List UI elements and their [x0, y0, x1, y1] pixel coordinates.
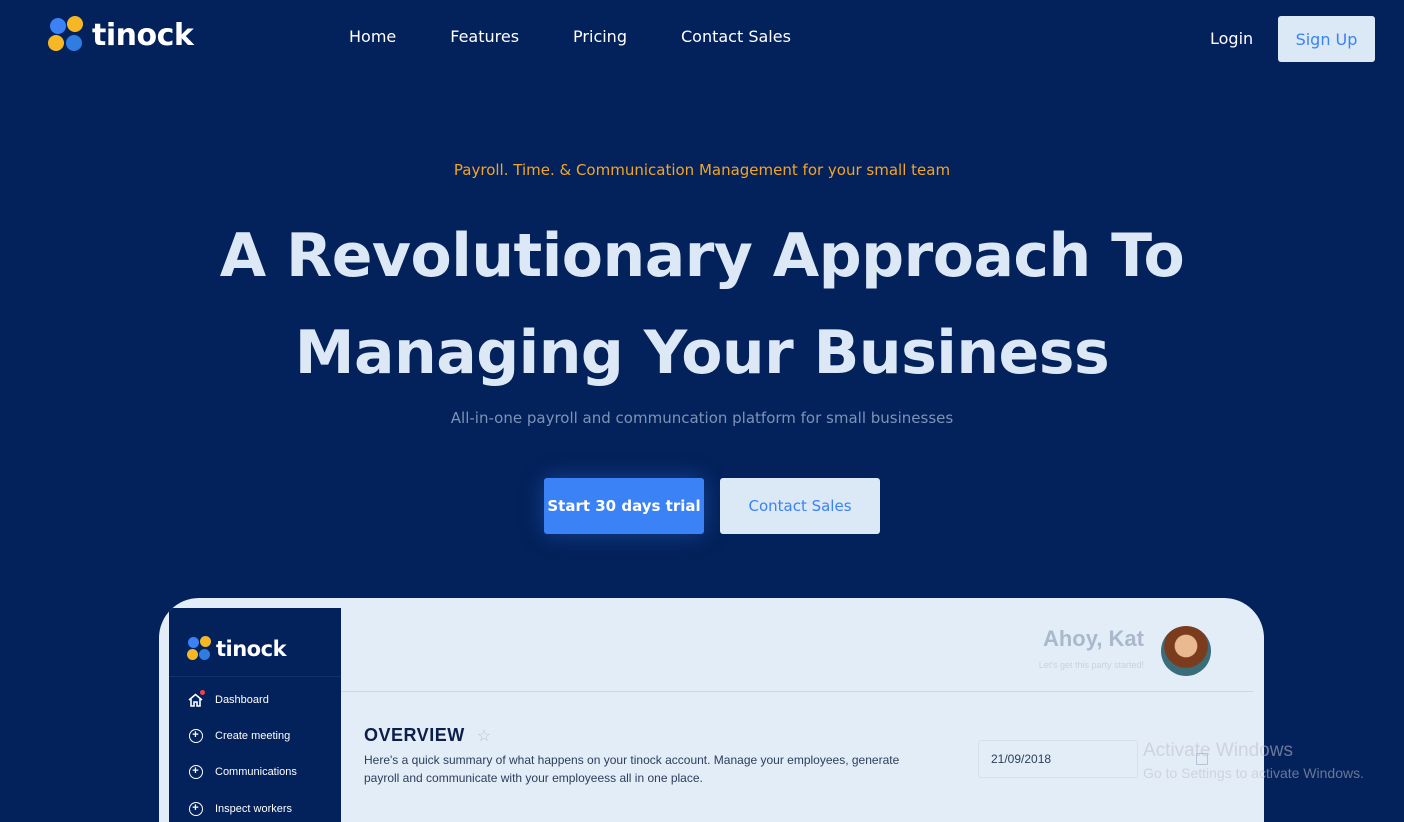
sidebar-item-inspect-workers[interactable]: + Inspect workers	[188, 801, 292, 816]
sidebar-item-label: Create meeting	[215, 729, 291, 742]
sidebar-item-label: Communications	[215, 765, 297, 778]
sidebar-item-create-meeting[interactable]: + Create meeting	[188, 728, 290, 743]
greeting: Ahoy, Kat Let's get this party started!	[1039, 626, 1144, 670]
nav-pricing[interactable]: Pricing	[573, 27, 627, 46]
preview-sidebar: tinock Dashboard + Create meeting + Comm…	[169, 608, 341, 822]
login-link[interactable]: Login	[1210, 29, 1253, 48]
nav-features[interactable]: Features	[450, 27, 519, 46]
headline-line-2: Managing Your Business	[294, 318, 1110, 388]
nav-home[interactable]: Home	[349, 27, 396, 46]
watermark-line-2: Go to Settings to activate Windows.	[1143, 765, 1364, 781]
notification-dot	[200, 690, 205, 695]
start-trial-button[interactable]: Start 30 days trial	[544, 478, 704, 534]
windows-activation-watermark: Activate Windows Go to Settings to activ…	[1143, 740, 1364, 781]
star-icon[interactable]: ☆	[477, 726, 492, 746]
sidebar-item-label: Dashboard	[215, 693, 269, 706]
overview-heading: OVERVIEW	[364, 725, 465, 745]
contact-sales-button[interactable]: Contact Sales	[720, 478, 880, 534]
sidebar-divider	[169, 676, 341, 677]
logo-icon	[48, 16, 86, 54]
plus-circle-icon: +	[188, 801, 203, 816]
overview-description: Here's a quick summary of what happens o…	[364, 753, 900, 785]
main-nav: Home Features Pricing Contact Sales	[349, 27, 791, 46]
plus-circle-icon: +	[188, 764, 203, 779]
headline-line-1: A Revolutionary Approach To	[219, 221, 1185, 291]
avatar[interactable]	[1161, 626, 1211, 676]
hero-eyebrow: Payroll. Time. & Communication Managemen…	[453, 161, 951, 179]
nav-contact-sales[interactable]: Contact Sales	[681, 27, 791, 46]
watermark-line-1: Activate Windows	[1143, 740, 1293, 761]
sidebar-item-dashboard[interactable]: Dashboard	[188, 690, 269, 707]
preview-logo: tinock	[187, 636, 287, 662]
overview-title: OVERVIEW ☆	[364, 725, 492, 746]
hero-subline: All-in-one payroll and communcation plat…	[450, 409, 954, 427]
preview-main: Ahoy, Kat Let's get this party started! …	[341, 598, 1264, 822]
sidebar-item-label: Inspect workers	[215, 802, 293, 815]
brand-name: tinock	[92, 17, 194, 53]
logo-icon	[187, 636, 213, 662]
greeting-subtitle: Let's get this party started!	[1038, 660, 1144, 670]
header-divider	[341, 691, 1253, 692]
dashboard-preview: tinock Dashboard + Create meeting + Comm…	[159, 598, 1264, 822]
signup-button[interactable]: Sign Up	[1278, 16, 1375, 62]
preview-brand-name: tinock	[216, 637, 287, 661]
brand-logo[interactable]: tinock	[48, 16, 194, 54]
plus-circle-icon: +	[188, 728, 203, 743]
home-icon	[188, 690, 205, 707]
sidebar-item-communications[interactable]: + Communications	[188, 764, 297, 779]
hero-headline: A Revolutionary Approach To Managing You…	[0, 208, 1404, 402]
date-field[interactable]: 21/09/2018	[978, 740, 1138, 778]
greeting-title: Ahoy, Kat	[1042, 626, 1144, 651]
